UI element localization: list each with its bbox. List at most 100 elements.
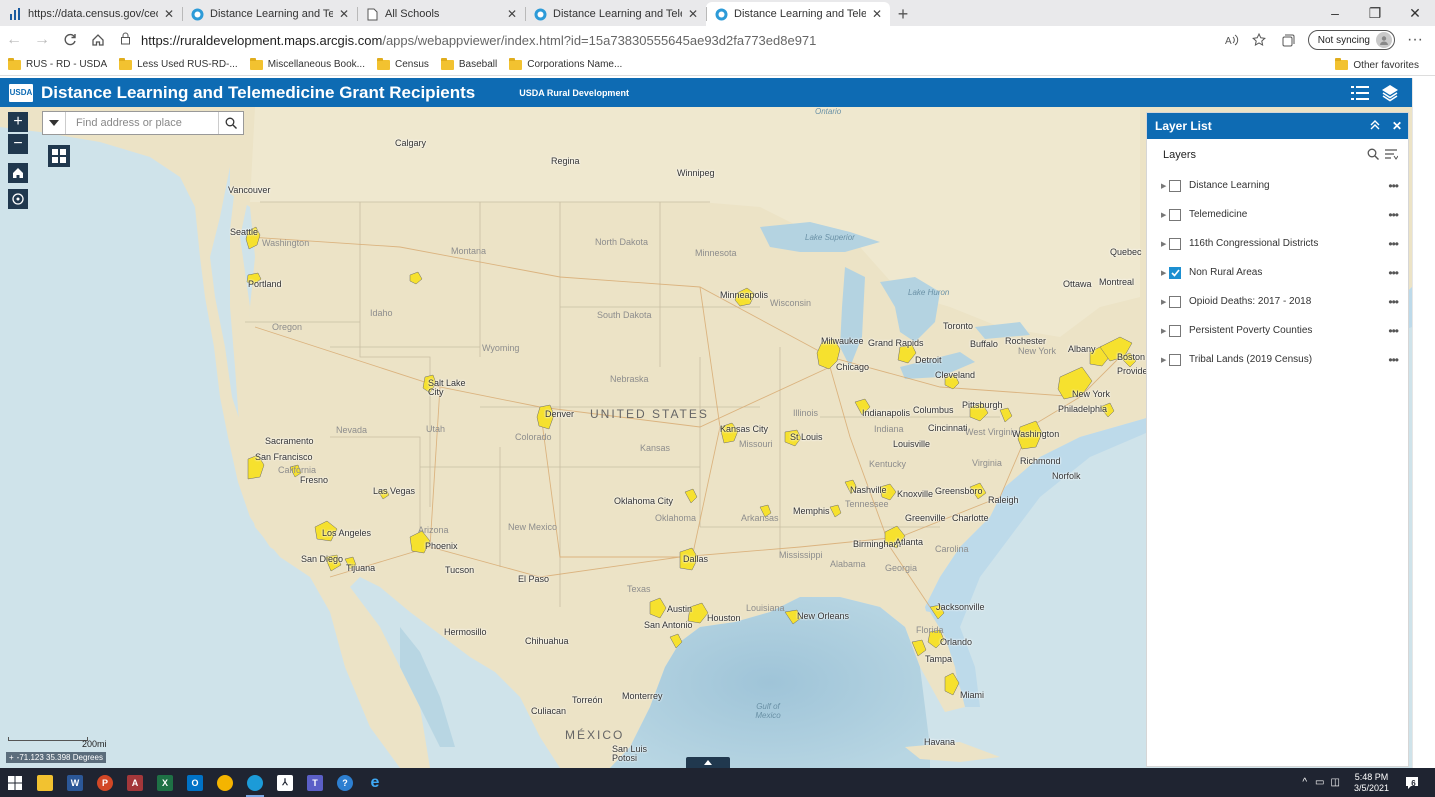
acrobat-taskbar-button[interactable]: ⅄ bbox=[270, 768, 300, 797]
collections-button[interactable] bbox=[1274, 26, 1302, 54]
back-button[interactable]: ← bbox=[0, 26, 28, 54]
close-icon[interactable]: ✕ bbox=[688, 7, 698, 21]
layer-visibility-checkbox[interactable] bbox=[1169, 353, 1181, 366]
profile-sync-button[interactable]: Not syncing bbox=[1307, 30, 1395, 50]
search-input[interactable] bbox=[66, 112, 219, 134]
browser-tab-distance-learning-active[interactable]: Distance Learning and Telemedic ✕ bbox=[706, 2, 890, 26]
network-icon[interactable]: ▭ bbox=[1315, 777, 1324, 788]
expand-caret-icon[interactable]: ▶ bbox=[1161, 211, 1169, 219]
edge-taskbar-button[interactable] bbox=[240, 768, 270, 797]
layer-options-button[interactable] bbox=[1384, 148, 1399, 163]
layer-visibility-checkbox[interactable] bbox=[1169, 295, 1181, 308]
home-button[interactable] bbox=[84, 26, 112, 54]
close-icon[interactable]: ✕ bbox=[872, 7, 882, 21]
browser-tab-distance-learning-1[interactable]: Distance Learning and Telemedic ✕ bbox=[182, 2, 357, 26]
more-options-icon[interactable]: ••• bbox=[1388, 237, 1399, 251]
read-aloud-button[interactable]: A bbox=[1218, 26, 1246, 54]
legend-button[interactable] bbox=[1348, 81, 1372, 105]
map-label-missouri: Missouri bbox=[739, 439, 773, 449]
more-options-icon[interactable]: ••• bbox=[1388, 324, 1399, 338]
layer-item-telemedicine[interactable]: ▶ Telemedicine ••• bbox=[1147, 200, 1408, 229]
app-taskbar-button[interactable]: ? bbox=[330, 768, 360, 797]
expand-caret-icon[interactable]: ▶ bbox=[1161, 298, 1169, 306]
browser-tab-census[interactable]: https://data.census.gov/cedsci/t ✕ bbox=[0, 2, 182, 26]
more-options-icon[interactable]: ••• bbox=[1388, 295, 1399, 309]
page-scrollbar[interactable] bbox=[1412, 78, 1435, 768]
basemap-gallery-button[interactable] bbox=[48, 145, 70, 167]
favorite-folder-misc-book[interactable]: Miscellaneous Book... bbox=[249, 57, 365, 70]
map-label-lake-superior: Lake Superior bbox=[805, 233, 855, 242]
close-icon[interactable]: ✕ bbox=[164, 7, 174, 21]
layer-visibility-checkbox[interactable] bbox=[1169, 208, 1181, 221]
layer-item-persistent-poverty[interactable]: ▶ Persistent Poverty Counties ••• bbox=[1147, 316, 1408, 345]
volume-icon[interactable]: ◫ bbox=[1331, 777, 1340, 788]
minimize-button[interactable]: – bbox=[1315, 0, 1355, 26]
taskbar-clock[interactable]: 5:48 PM 3/5/2021 bbox=[1354, 772, 1389, 794]
layer-list-button[interactable] bbox=[1378, 81, 1402, 105]
outlook-taskbar-button[interactable]: O bbox=[180, 768, 210, 797]
powerpoint-icon: P bbox=[97, 774, 113, 791]
browser-tab-distance-learning-2[interactable]: Distance Learning and Telemedic ✕ bbox=[525, 2, 706, 26]
expand-caret-icon[interactable]: ▶ bbox=[1161, 269, 1169, 277]
layer-visibility-checkbox[interactable] bbox=[1169, 179, 1181, 192]
app-title: Distance Learning and Telemedicine Grant… bbox=[41, 82, 476, 102]
zoom-in-button[interactable]: + bbox=[8, 112, 28, 132]
tray-overflow-icon[interactable]: ^ bbox=[1302, 777, 1307, 788]
close-icon[interactable]: ✕ bbox=[339, 7, 349, 21]
layer-item-distance-learning[interactable]: ▶ Distance Learning ••• bbox=[1147, 171, 1408, 200]
notification-center-button[interactable]: 6 bbox=[1399, 772, 1421, 794]
chrome-taskbar-button[interactable] bbox=[210, 768, 240, 797]
favorite-folder-corporations[interactable]: Corporations Name... bbox=[509, 57, 622, 70]
layer-visibility-checkbox[interactable] bbox=[1169, 266, 1181, 279]
expand-caret-icon[interactable]: ▶ bbox=[1161, 182, 1169, 190]
browser-tab-all-schools[interactable]: All Schools ✕ bbox=[357, 2, 525, 26]
my-location-button[interactable] bbox=[8, 189, 28, 209]
more-options-icon[interactable]: ••• bbox=[1388, 179, 1399, 193]
ie-taskbar-button[interactable]: e bbox=[360, 768, 390, 797]
other-favorites[interactable]: Other favorites bbox=[1335, 54, 1419, 76]
close-icon[interactable]: ✕ bbox=[507, 7, 517, 21]
access-taskbar-button[interactable]: A bbox=[120, 768, 150, 797]
favorite-folder-rus-rd[interactable]: RUS - RD - USDA bbox=[8, 57, 107, 70]
layer-item-opioid-deaths[interactable]: ▶ Opioid Deaths: 2017 - 2018 ••• bbox=[1147, 287, 1408, 316]
search-button[interactable] bbox=[218, 112, 243, 134]
file-explorer-taskbar-button[interactable] bbox=[30, 768, 60, 797]
collapse-panel-button[interactable] bbox=[1364, 119, 1386, 133]
search-source-dropdown[interactable] bbox=[43, 112, 67, 134]
settings-menu-button[interactable]: ··· bbox=[1401, 26, 1429, 54]
layer-item-tribal-lands[interactable]: ▶ Tribal Lands (2019 Census) ••• bbox=[1147, 345, 1408, 374]
refresh-button[interactable] bbox=[56, 26, 84, 54]
layer-visibility-checkbox[interactable] bbox=[1169, 237, 1181, 250]
expand-caret-icon[interactable]: ▶ bbox=[1161, 327, 1169, 335]
word-taskbar-button[interactable]: W bbox=[60, 768, 90, 797]
map-label-raleigh: Raleigh bbox=[988, 495, 1019, 505]
close-window-button[interactable]: ✕ bbox=[1395, 0, 1435, 26]
more-options-icon[interactable]: ••• bbox=[1388, 353, 1399, 367]
start-button[interactable] bbox=[0, 768, 30, 797]
layer-search-button[interactable] bbox=[1367, 148, 1379, 163]
expand-caret-icon[interactable]: ▶ bbox=[1161, 240, 1169, 248]
close-panel-button[interactable]: ✕ bbox=[1386, 119, 1408, 133]
more-options-icon[interactable]: ••• bbox=[1388, 266, 1399, 280]
favorite-folder-less-used[interactable]: Less Used RUS-RD-... bbox=[119, 57, 238, 70]
excel-taskbar-button[interactable]: X bbox=[150, 768, 180, 797]
layer-item-non-rural-areas[interactable]: ▶ Non Rural Areas ••• bbox=[1147, 258, 1408, 287]
zoom-out-button[interactable]: − bbox=[8, 134, 28, 154]
layer-visibility-checkbox[interactable] bbox=[1169, 324, 1181, 337]
layer-item-congressional-districts[interactable]: ▶ 116th Congressional Districts ••• bbox=[1147, 229, 1408, 258]
attribute-table-toggle[interactable] bbox=[686, 757, 730, 768]
forward-button[interactable]: → bbox=[28, 26, 56, 54]
expand-caret-icon[interactable]: ▶ bbox=[1161, 356, 1169, 364]
restore-button[interactable]: ❐ bbox=[1355, 0, 1395, 26]
new-tab-button[interactable]: + bbox=[890, 2, 916, 26]
teams-taskbar-button[interactable]: T bbox=[300, 768, 330, 797]
url-field[interactable]: https://ruraldevelopment.maps.arcgis.com… bbox=[120, 32, 1218, 48]
home-extent-button[interactable] bbox=[8, 163, 28, 183]
map-label-idaho: Idaho bbox=[370, 308, 393, 318]
powerpoint-taskbar-button[interactable]: P bbox=[90, 768, 120, 797]
favorites-button[interactable] bbox=[1246, 26, 1274, 54]
favorite-folder-baseball[interactable]: Baseball bbox=[440, 57, 497, 70]
more-options-icon[interactable]: ••• bbox=[1388, 208, 1399, 222]
favorite-folder-census[interactable]: Census bbox=[376, 57, 429, 70]
coordinate-readout[interactable]: + -71.123 35.398 Degrees bbox=[6, 752, 106, 763]
